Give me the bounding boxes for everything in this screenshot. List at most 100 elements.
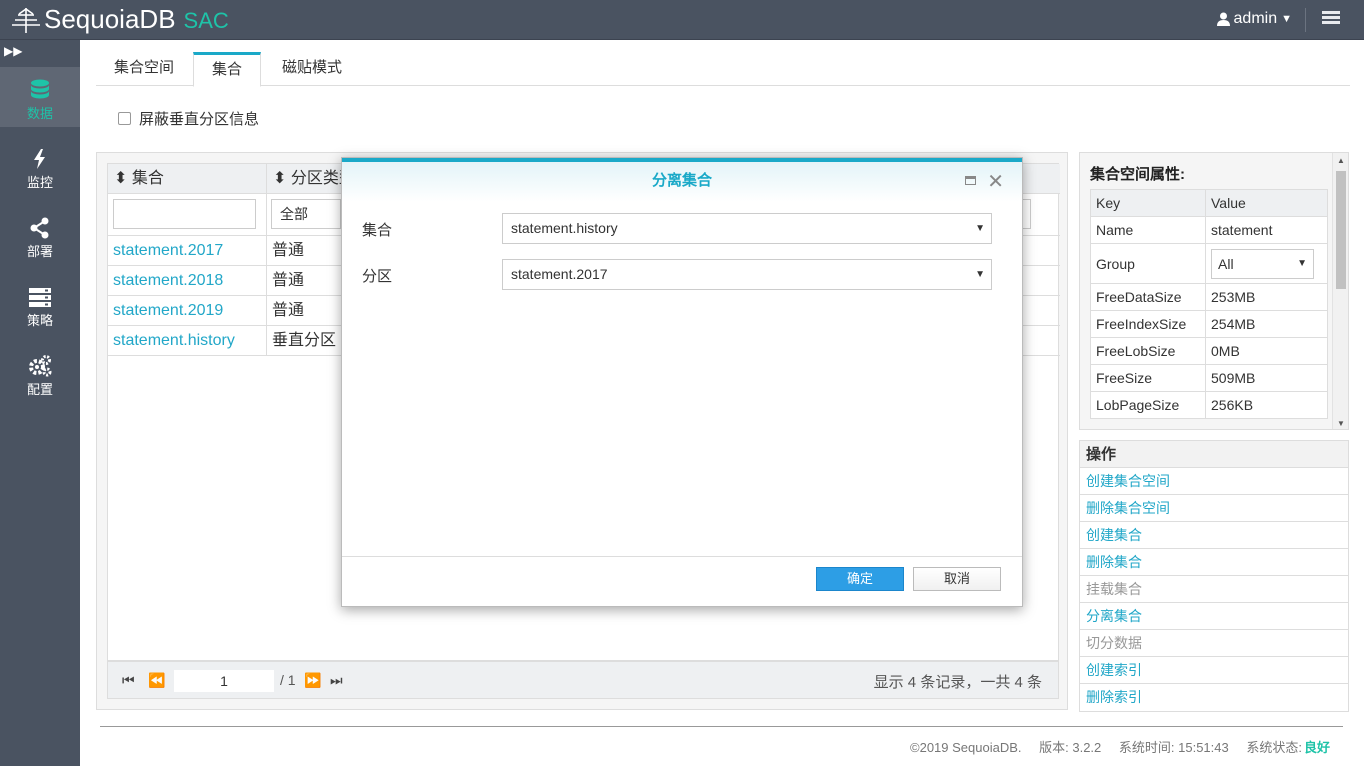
group-select[interactable]: All ▼ bbox=[1211, 248, 1314, 279]
menu-icon[interactable] bbox=[1322, 11, 1340, 27]
dropdown-arrow-icon: ▼ bbox=[975, 269, 985, 280]
op-delete-index[interactable]: 删除索引 bbox=[1080, 684, 1348, 711]
properties-title: 集合空间属性: bbox=[1090, 166, 1185, 183]
sidebar-item-label: 配置 bbox=[26, 382, 53, 397]
operations-panel: 操作 创建集合空间 删除集合空间 创建集合 删除集合 挂载集合 分离集合 切分数… bbox=[1079, 440, 1349, 712]
maximize-icon[interactable] bbox=[965, 176, 976, 185]
sort-icon: ⬍ bbox=[114, 170, 128, 187]
value-header: Value bbox=[1205, 189, 1328, 217]
close-icon[interactable]: ✕ bbox=[987, 169, 1004, 194]
collection-select[interactable]: statement.history ▼ bbox=[502, 213, 992, 244]
checkbox[interactable] bbox=[118, 112, 131, 125]
op-detach-collection[interactable]: 分离集合 bbox=[1080, 603, 1348, 630]
operations-title: 操作 bbox=[1080, 441, 1348, 468]
dropdown-arrow-icon: ▼ bbox=[1297, 257, 1307, 269]
tab-collection[interactable]: 集合 bbox=[193, 52, 262, 87]
server-icon bbox=[29, 288, 51, 307]
user-name: admin bbox=[1233, 10, 1278, 27]
column-header-collection[interactable]: ⬍ 集合 bbox=[108, 164, 267, 194]
sort-icon: ⬍ bbox=[273, 170, 287, 187]
sidebar-item-label: 监控 bbox=[26, 175, 53, 190]
share-icon bbox=[30, 217, 49, 239]
system-status-label: 系统状态: bbox=[1246, 740, 1302, 755]
property-row: LobPageSize 256KB bbox=[1090, 391, 1328, 419]
property-row: FreeSize 509MB bbox=[1090, 364, 1328, 392]
scroll-down-icon[interactable]: ▼ bbox=[1337, 419, 1345, 428]
partition-field-label: 分区 bbox=[362, 268, 393, 285]
database-icon bbox=[31, 79, 49, 99]
property-row: FreeIndexSize 254MB bbox=[1090, 310, 1328, 338]
op-delete-collection[interactable]: 删除集合 bbox=[1080, 549, 1348, 576]
previous-page-icon[interactable]: ⏪ bbox=[148, 672, 165, 689]
detach-collection-dialog: 分离集合 ✕ 集合 statement.history ▼ 分区 stateme… bbox=[341, 157, 1023, 607]
tab-bar: 集合空间 集合 磁贴模式 bbox=[96, 52, 1350, 87]
op-create-index[interactable]: 创建索引 bbox=[1080, 657, 1348, 684]
op-split-data: 切分数据 bbox=[1080, 630, 1348, 657]
sidebar-item-strategy[interactable]: 策略 bbox=[0, 274, 80, 334]
property-row: Group All ▼ bbox=[1090, 243, 1328, 284]
collection-field-row: 集合 statement.history ▼ bbox=[362, 213, 1002, 245]
collection-space-properties-panel: 集合空间属性: Key Value Name statement Group A… bbox=[1079, 152, 1349, 430]
properties-scrollbar[interactable]: ▲ ▼ bbox=[1332, 153, 1348, 429]
dropdown-arrow-icon: ▼ bbox=[975, 223, 985, 234]
tab-tile-mode[interactable]: 磁贴模式 bbox=[264, 52, 360, 86]
partition-type-filter-select[interactable]: 全部 bbox=[271, 199, 341, 229]
scroll-thumb[interactable] bbox=[1336, 171, 1346, 289]
page-number-input[interactable]: 1 bbox=[174, 670, 274, 692]
gears-icon bbox=[29, 355, 52, 377]
system-status-value: 良好 bbox=[1303, 740, 1330, 755]
sidebar: ▶▶ 数据 监控 部署 策略 配置 bbox=[0, 40, 80, 766]
collection-field-label: 集合 bbox=[362, 222, 393, 239]
sidebar-item-monitor[interactable]: 监控 bbox=[0, 136, 80, 196]
property-row: FreeDataSize 253MB bbox=[1090, 283, 1328, 311]
first-page-icon[interactable]: ⏮ bbox=[122, 672, 135, 689]
copyright: ©2019 SequoiaDB. bbox=[910, 740, 1022, 755]
dialog-header: 分离集合 ✕ bbox=[342, 158, 1022, 202]
sidebar-item-label: 策略 bbox=[26, 313, 53, 328]
collection-name-link[interactable]: statement.2018 bbox=[108, 266, 267, 296]
dialog-title: 分离集合 bbox=[651, 172, 712, 189]
properties-table: Key Value Name statement Group All ▼ Fre… bbox=[1090, 189, 1328, 419]
op-create-collection[interactable]: 创建集合 bbox=[1080, 522, 1348, 549]
filter-cell bbox=[108, 194, 267, 236]
top-bar: SequoiaDB SAC admin ▼ bbox=[0, 0, 1364, 40]
partition-field-row: 分区 statement.2017 ▼ bbox=[362, 259, 1002, 291]
record-count-info: 显示 4 条记录，一共 4 条 bbox=[873, 674, 1042, 691]
chevron-down-icon: ▼ bbox=[1281, 13, 1292, 25]
collection-name-link[interactable]: statement.2019 bbox=[108, 296, 267, 326]
collection-name-link[interactable]: statement.history bbox=[108, 326, 267, 356]
property-row: FreeLobSize 0MB bbox=[1090, 337, 1328, 365]
app-name: SequoiaDB bbox=[44, 4, 176, 34]
op-create-collection-space[interactable]: 创建集合空间 bbox=[1080, 468, 1348, 495]
partition-select[interactable]: statement.2017 ▼ bbox=[502, 259, 992, 290]
property-row: Name statement bbox=[1090, 216, 1328, 244]
collection-name-link[interactable]: statement.2017 bbox=[108, 236, 267, 266]
pagination-bar: ⏮ ⏪ 1 / 1 ⏩ ⏭ 显示 4 条记录，一共 4 条 bbox=[107, 661, 1059, 699]
hide-vertical-partition-checkbox[interactable]: 屏蔽垂直分区信息 bbox=[118, 108, 259, 129]
sidebar-item-deploy[interactable]: 部署 bbox=[0, 205, 80, 265]
dialog-footer: 确定 取消 bbox=[342, 556, 1022, 607]
sidebar-item-data[interactable]: 数据 bbox=[0, 67, 80, 127]
system-time: 系统时间: 15:51:43 bbox=[1118, 740, 1229, 755]
last-page-icon[interactable]: ⏭ bbox=[330, 672, 343, 689]
sidebar-item-label: 部署 bbox=[26, 244, 53, 259]
expand-sidebar-icon[interactable]: ▶▶ bbox=[4, 44, 22, 58]
scroll-up-icon[interactable]: ▲ bbox=[1337, 156, 1345, 165]
sidebar-item-config[interactable]: 配置 bbox=[0, 343, 80, 403]
confirm-button[interactable]: 确定 bbox=[816, 567, 904, 591]
app-logo[interactable]: SequoiaDB SAC bbox=[10, 4, 229, 35]
version: 版本: 3.2.2 bbox=[1039, 740, 1102, 755]
cancel-button[interactable]: 取消 bbox=[913, 567, 1001, 591]
next-page-icon[interactable]: ⏩ bbox=[304, 672, 321, 689]
footer-divider bbox=[100, 726, 1343, 727]
op-delete-collection-space[interactable]: 删除集合空间 bbox=[1080, 495, 1348, 522]
op-attach-collection: 挂载集合 bbox=[1080, 576, 1348, 603]
collection-filter-input[interactable] bbox=[113, 199, 256, 229]
user-menu[interactable]: admin ▼ bbox=[1216, 10, 1292, 28]
app-product: SAC bbox=[183, 8, 229, 33]
key-header: Key bbox=[1090, 189, 1206, 217]
tab-collection-space[interactable]: 集合空间 bbox=[96, 52, 192, 86]
footer: ©2019 SequoiaDB. 版本: 3.2.2 系统时间: 15:51:4… bbox=[896, 737, 1330, 756]
divider bbox=[1305, 8, 1306, 32]
sidebar-item-label: 数据 bbox=[26, 106, 53, 121]
